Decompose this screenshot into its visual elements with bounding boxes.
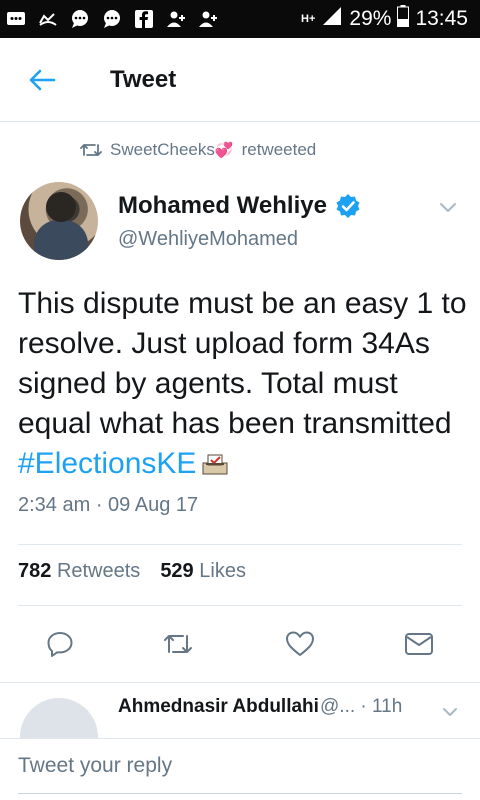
reply-icon <box>47 632 73 657</box>
system-status: H+ 29% 13:45 <box>301 5 480 33</box>
messages-icon <box>6 9 26 29</box>
chat-icon <box>70 9 90 29</box>
app-bar: Tweet <box>0 38 480 122</box>
back-button[interactable] <box>0 38 84 122</box>
tweet-actions <box>0 622 480 666</box>
divider <box>18 605 462 606</box>
sparkling-heart-emoji: 💞 <box>214 142 234 159</box>
person-add-icon <box>198 9 218 29</box>
tweet-timestamp: 2:34 am · 09 Aug 17 <box>18 494 199 516</box>
reply-button[interactable] <box>46 630 74 658</box>
clock: 13:45 <box>415 7 468 30</box>
retweet-label: retweeted <box>241 140 317 159</box>
chevron-down-icon <box>440 203 456 212</box>
network-type: H+ <box>301 13 316 25</box>
like-button[interactable] <box>285 630 314 658</box>
person-add-icon <box>166 9 186 29</box>
tweet-stats: 782 Retweets 529 Likes <box>18 560 246 583</box>
divider <box>18 544 462 545</box>
notification-icons <box>0 9 218 29</box>
tweet-text: This dispute must be an easy 1 to resolv… <box>18 287 467 480</box>
hashtag-link[interactable]: #ElectionsKE <box>18 447 196 480</box>
status-bar: H+ 29% 13:45 <box>0 0 480 38</box>
chat-icon <box>102 9 122 29</box>
author-name[interactable]: Mohamed Wehliye <box>118 192 361 220</box>
reply-meta: @... · 11h <box>320 696 403 717</box>
retweeter-name[interactable]: SweetCheeks💞 <box>110 140 234 160</box>
facebook-icon <box>134 9 154 29</box>
divider <box>0 682 480 683</box>
author-avatar[interactable] <box>20 182 98 260</box>
page-title: Tweet <box>110 65 177 93</box>
retweets-stat[interactable]: 782 Retweets <box>18 560 140 583</box>
signal-icon <box>321 6 343 32</box>
heart-icon <box>286 631 314 656</box>
likes-stat[interactable]: 529 Likes <box>160 560 246 583</box>
envelope-icon <box>405 633 433 655</box>
reply-composer <box>0 738 480 800</box>
ballot-box-icon <box>202 454 228 475</box>
retweet-button[interactable] <box>163 630 192 658</box>
back-arrow-icon <box>29 69 56 90</box>
battery-percent: 29% <box>349 7 392 30</box>
message-button[interactable] <box>404 630 433 658</box>
battery-icon <box>397 5 410 33</box>
reply-preview[interactable]: Ahmednasir Abdullahi @... · 11h <box>0 688 480 776</box>
chevron-down-icon <box>443 708 457 716</box>
reply-options-button[interactable] <box>440 702 460 722</box>
reply-input[interactable] <box>18 751 462 781</box>
input-underline <box>18 793 462 794</box>
missed-call-icon <box>38 9 58 29</box>
retweet-context: SweetCheeks💞 retweeted <box>80 140 316 160</box>
tweet-options-button[interactable] <box>436 195 460 219</box>
author-handle[interactable]: @WehliyeMohamed <box>118 228 298 251</box>
retweet-icon <box>164 635 192 653</box>
verified-badge-icon <box>336 194 360 218</box>
retweet-icon <box>80 144 102 156</box>
reply-author-name[interactable]: Ahmednasir Abdullahi <box>118 696 319 718</box>
